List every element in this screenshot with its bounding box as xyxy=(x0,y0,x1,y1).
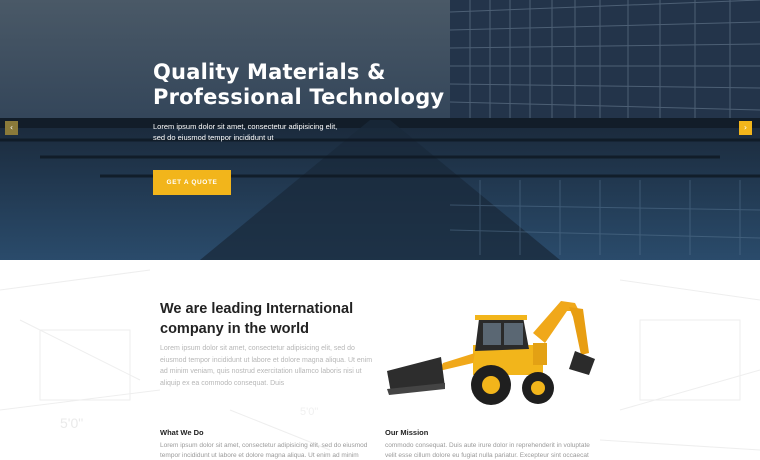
our-mission-text: commodo consequat. Duis aute irure dolor… xyxy=(385,442,590,459)
slider-prev-button[interactable]: ‹ xyxy=(5,121,18,135)
blueprint-dimension-2: 5'0" xyxy=(300,406,318,418)
about-body-text: Lorem ipsum dolor sit amet, consectetur … xyxy=(160,345,373,387)
hero-slider: Quality Materials & Professional Technol… xyxy=(0,0,760,260)
about-heading-line2: company in the world xyxy=(160,321,310,337)
about-heading-line1: We are leading International xyxy=(160,301,354,317)
hero-title-line2: Professional Technology xyxy=(153,85,445,109)
hero-background-image xyxy=(0,0,760,260)
blueprint-dimension-1: 5'0" xyxy=(60,415,83,431)
our-mission-title: Our Mission xyxy=(385,428,429,437)
chevron-left-icon: ‹ xyxy=(9,123,14,132)
about-section: 5'0" 5'0" We are leading International c… xyxy=(0,260,760,460)
what-we-do-title: What We Do xyxy=(160,428,204,437)
get-a-quote-button[interactable]: GET A QUOTE xyxy=(153,170,231,195)
hero-title-line1: Quality Materials & xyxy=(153,60,386,84)
backhoe-loader-image xyxy=(387,301,595,405)
about-heading: We are leading International company in … xyxy=(160,299,380,339)
hero-subtitle: Lorem ipsum dolor sit amet, consectetur … xyxy=(153,121,373,143)
slider-next-button[interactable]: › xyxy=(739,121,752,135)
blueprint-background: 5'0" 5'0" xyxy=(0,269,760,451)
what-we-do-text: Lorem ipsum dolor sit amet, consectetur … xyxy=(160,442,368,459)
hero-subtitle-line1: Lorem ipsum dolor sit amet, consectetur … xyxy=(153,122,338,131)
hero-title: Quality Materials & Professional Technol… xyxy=(153,60,473,110)
chevron-right-icon: › xyxy=(743,123,748,132)
hero-subtitle-line2: sed do eiusmod tempor incididunt ut xyxy=(153,133,274,142)
